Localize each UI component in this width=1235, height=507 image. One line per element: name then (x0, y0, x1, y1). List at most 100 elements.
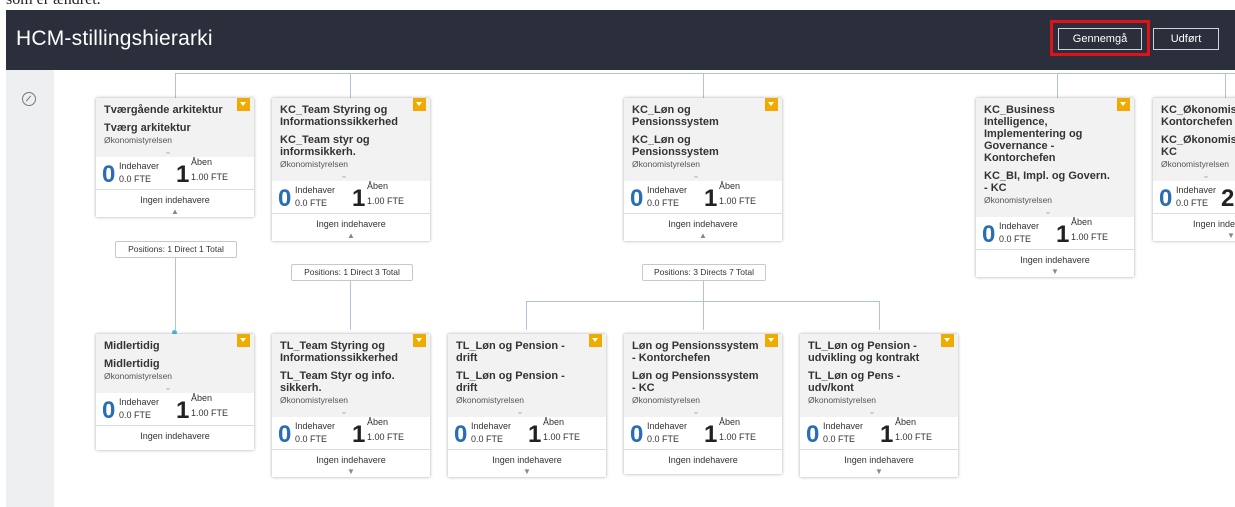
position-card[interactable]: KC_Business Intelligence, Implementering… (976, 98, 1134, 277)
collapse-arrow-icon[interactable]: ▲ (272, 232, 430, 241)
chevron-down-icon[interactable]: ⌄ (104, 381, 232, 393)
open-fte: 1.00 FTE (895, 432, 933, 442)
flag-icon[interactable] (589, 334, 602, 347)
open-fte: 1.00 FTE (719, 196, 757, 206)
holder-label: Indehaver (295, 421, 336, 431)
holder-count: 0 (102, 397, 116, 424)
chevron-down-icon[interactable]: ⌄ (984, 205, 1112, 217)
position-card[interactable]: TL_Løn og Pension - drift TL_Løn og Pens… (448, 334, 606, 477)
holder-label: Indehaver (119, 161, 160, 171)
position-card[interactable]: Tværgående arkitektur Tværg arkitektur Ø… (96, 98, 254, 217)
connector (703, 73, 704, 99)
open-label: Åben (191, 393, 213, 403)
open-fte: 1.00 FTE (367, 196, 405, 206)
holder-fte: 0.0 FTE (647, 434, 680, 444)
expand-arrow-icon[interactable]: ▼ (1153, 232, 1235, 241)
holder-fte: 0.0 FTE (999, 234, 1032, 244)
open-count: 1 (704, 421, 718, 448)
flag-icon[interactable] (765, 98, 778, 111)
chevron-down-icon[interactable]: ⌄ (1161, 169, 1235, 181)
flag-icon[interactable] (237, 334, 250, 347)
positions-count-badge[interactable]: Positions: 1 Direct 1 Total (115, 241, 237, 258)
position-card[interactable]: Løn og Pensionssystem - Kontorchefen Løn… (624, 334, 782, 474)
expand-arrow-icon[interactable]: ▼ (272, 468, 430, 477)
chevron-down-icon[interactable]: ⌄ (632, 169, 760, 181)
open-count: 1 (704, 185, 718, 212)
expand-arrow-icon[interactable]: ▼ (976, 268, 1134, 277)
position-card[interactable]: TL_Løn og Pension - udvikling og kontrak… (800, 334, 958, 477)
position-title: KC_Business Intelligence, Implementering… (984, 104, 1083, 164)
position-card[interactable]: KC_Økonomis Kontorchefen KC_Økonomis KC … (1153, 98, 1235, 241)
collapse-arrow-icon[interactable]: ▲ (624, 232, 782, 241)
chevron-down-icon[interactable]: ⌄ (456, 405, 584, 417)
flag-icon[interactable] (765, 334, 778, 347)
position-card[interactable]: KC_Løn og Pensionssystem KC_Løn og Pensi… (624, 98, 782, 241)
holder-fte: 0.0 FTE (823, 434, 856, 444)
holder-label: Indehaver (823, 421, 864, 431)
holder-fte: 0.0 FTE (295, 198, 328, 208)
open-fte: 1.00 FTE (191, 172, 229, 182)
positions-count-badge[interactable]: Positions: 3 Directs 7 Total (642, 264, 766, 281)
chevron-down-icon[interactable]: ⌄ (280, 169, 408, 181)
app-header: HCM-stillingshierarki Gennemgå Udført (6, 10, 1235, 70)
open-label: Åben (191, 157, 213, 167)
position-card[interactable]: Midlertidig Midlertidig Økonomistyrelsen… (96, 334, 254, 450)
open-label: Åben (367, 181, 389, 191)
flag-icon[interactable] (413, 334, 426, 347)
positions-count-badge[interactable]: Positions: 1 Direct 3 Total (291, 264, 413, 281)
expand-arrow-icon[interactable]: ▼ (448, 468, 606, 477)
organization: Økonomistyrelsen (632, 395, 701, 405)
open-count: 1 (880, 421, 894, 448)
connector (175, 73, 1235, 74)
top-caption: som er ændret. (0, 0, 1235, 10)
chevron-down-icon[interactable]: ⌄ (280, 405, 408, 417)
holder-label: Indehaver (119, 397, 160, 407)
holder-count: 0 (1159, 185, 1173, 212)
position-title: KC_Team Styring og Informationssikkerhed (280, 104, 398, 128)
connector (1225, 73, 1226, 99)
organization: Økonomistyrelsen (104, 371, 173, 381)
page-title: HCM-stillingshierarki (16, 27, 213, 50)
position-short-name: Tværg arkitektur (104, 122, 191, 134)
holder-count: 0 (982, 221, 996, 248)
collapse-arrow-icon[interactable]: ▲ (96, 208, 254, 217)
holder-fte: 0.0 FTE (471, 434, 504, 444)
chevron-down-icon[interactable]: ⌄ (104, 145, 232, 157)
open-count: 2 (1221, 185, 1235, 212)
chevron-down-icon[interactable]: ⌄ (632, 405, 760, 417)
flag-icon[interactable] (237, 98, 250, 111)
organization: Økonomistyrelsen (1161, 159, 1230, 169)
open-count: 1 (176, 397, 190, 424)
chevron-down-icon[interactable]: ⌄ (808, 405, 936, 417)
position-title: Tværgående arkitektur (104, 104, 223, 116)
open-fte: 1.00 FTE (1071, 232, 1109, 242)
position-title: TL_Løn og Pension - udvikling og kontrak… (808, 340, 920, 364)
holder-count: 0 (278, 185, 292, 212)
open-label: Åben (1071, 217, 1093, 227)
holder-label: Indehaver (999, 221, 1040, 231)
position-short-name: Løn og Pensionssystem - KC (632, 370, 759, 394)
position-short-name: TL_Team Styr og info. sikkerh. (280, 370, 395, 394)
open-count: 1 (352, 185, 366, 212)
holder-label: Indehaver (647, 185, 688, 195)
position-short-name: KC_Team styr og informsikkerh. (280, 134, 370, 158)
position-card[interactable]: KC_Team Styring og Informationssikkerhed… (272, 98, 430, 241)
position-title: Løn og Pensionssystem - Kontorchefen (632, 340, 759, 364)
flag-icon[interactable] (413, 98, 426, 111)
open-label: Åben (367, 417, 389, 427)
left-toolbar (6, 70, 54, 507)
open-fte: 1.00 FTE (367, 432, 405, 442)
flag-icon[interactable] (941, 334, 954, 347)
position-card[interactable]: TL_Team Styring og Informationssikkerhed… (272, 334, 430, 477)
holder-count: 0 (102, 161, 116, 188)
open-label: Åben (543, 417, 565, 427)
holder-count: 0 (630, 185, 644, 212)
zoom-icon[interactable] (22, 92, 36, 106)
holder-fte: 0.0 FTE (119, 174, 152, 184)
holder-count: 0 (630, 421, 644, 448)
done-button[interactable]: Udført (1153, 28, 1219, 50)
expand-arrow-icon[interactable]: ▼ (800, 468, 958, 477)
flag-icon[interactable] (1117, 98, 1130, 111)
holder-label: Indehaver (471, 421, 512, 431)
holder-fte: 0.0 FTE (295, 434, 328, 444)
